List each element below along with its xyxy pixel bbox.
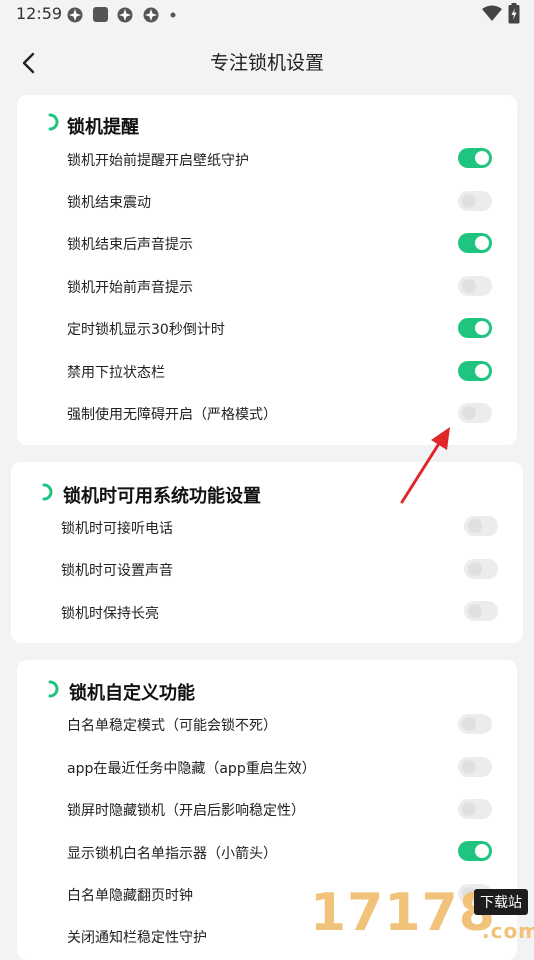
app-notification-icon bbox=[143, 7, 159, 23]
section-indicator-icon bbox=[48, 113, 59, 131]
setting-label: 锁机结束后声音提示 bbox=[67, 237, 193, 253]
setting-label: 显示锁机白名单指示器（小箭头） bbox=[67, 846, 277, 862]
toggle-hide-on-lockscreen[interactable] bbox=[458, 799, 492, 819]
section-indicator-icon bbox=[42, 483, 53, 501]
setting-label: 强制使用无障碍开启（严格模式） bbox=[67, 407, 277, 423]
more-notifications-dot-icon bbox=[170, 12, 176, 18]
setting-label: 禁用下拉状态栏 bbox=[67, 365, 165, 381]
setting-label: 锁机结束震动 bbox=[67, 195, 151, 211]
section-title-custom-functions: 锁机自定义功能 bbox=[69, 683, 195, 704]
toggle-keep-screen-on[interactable] bbox=[464, 601, 498, 621]
toggle-knob bbox=[475, 321, 489, 335]
toggle-hide-recents[interactable] bbox=[458, 757, 492, 777]
watermark-number: 17178 bbox=[310, 883, 496, 943]
red-annotation-arrow-icon bbox=[400, 427, 450, 504]
toggle-start-sound[interactable] bbox=[458, 276, 492, 296]
watermark-domain: .com bbox=[482, 919, 534, 943]
status-bar: 12:59 bbox=[0, 0, 534, 28]
toggle-knob bbox=[475, 236, 489, 250]
setting-label: 定时锁机显示30秒倒计时 bbox=[67, 322, 225, 338]
toggle-knob bbox=[475, 844, 489, 858]
toggle-knob bbox=[462, 194, 476, 208]
toggle-whitelist-indicator[interactable] bbox=[458, 841, 492, 861]
toggle-knob bbox=[468, 519, 482, 533]
toggle-countdown[interactable] bbox=[458, 318, 492, 338]
toggle-strict-mode[interactable] bbox=[458, 403, 492, 423]
section-title-system-functions: 锁机时可用系统功能设置 bbox=[63, 486, 261, 507]
toggle-disable-statusbar[interactable] bbox=[458, 361, 492, 381]
toggle-answer-calls[interactable] bbox=[464, 516, 498, 536]
setting-label: 锁机开始前提醒开启壁纸守护 bbox=[67, 153, 249, 169]
page-title: 专注锁机设置 bbox=[209, 52, 324, 74]
app-square-icon bbox=[93, 7, 108, 22]
setting-label: 关闭通知栏稳定性守护 bbox=[67, 930, 207, 946]
section-indicator-icon bbox=[48, 680, 59, 698]
toggle-end-vibration[interactable] bbox=[458, 191, 492, 211]
setting-label: 白名单隐藏翻页时钟 bbox=[67, 888, 193, 904]
battery-charging-icon bbox=[508, 3, 520, 24]
toggle-knob bbox=[475, 364, 489, 378]
toggle-knob bbox=[468, 562, 482, 576]
app-bar: 专注锁机设置 bbox=[0, 40, 534, 84]
site-watermark: 17178 下载站 .com bbox=[308, 883, 534, 950]
toggle-end-sound[interactable] bbox=[458, 233, 492, 253]
setting-label: 锁机时可接听电话 bbox=[61, 521, 173, 537]
lock-reminder-card: 锁机提醒 锁机开始前提醒开启壁纸守护 锁机结束震动 锁机结束后声音提示 锁机开始… bbox=[17, 95, 517, 445]
section-title-lock-reminder: 锁机提醒 bbox=[67, 117, 139, 138]
toggle-knob bbox=[468, 604, 482, 618]
setting-label: 锁机时保持长亮 bbox=[61, 606, 159, 622]
wifi-icon bbox=[482, 5, 502, 21]
toggle-knob bbox=[462, 406, 476, 420]
setting-label: 锁机时可设置声音 bbox=[61, 563, 173, 579]
app-notification-icon bbox=[117, 7, 133, 23]
setting-label: app在最近任务中隐藏（app重启生效） bbox=[67, 761, 316, 777]
status-time: 12:59 bbox=[16, 4, 63, 23]
toggle-set-volume[interactable] bbox=[464, 559, 498, 579]
toggle-knob bbox=[462, 717, 476, 731]
toggle-knob bbox=[475, 151, 489, 165]
toggle-knob bbox=[462, 760, 476, 774]
toggle-wallpaper-guard[interactable] bbox=[458, 148, 492, 168]
watermark-tag: 下载站 bbox=[474, 889, 528, 915]
toggle-whitelist-stable[interactable] bbox=[458, 714, 492, 734]
setting-label: 锁机开始前声音提示 bbox=[67, 280, 193, 296]
toggle-knob bbox=[462, 802, 476, 816]
app-notification-icon bbox=[67, 7, 83, 23]
setting-label: 白名单稳定模式（可能会锁不死） bbox=[67, 718, 277, 734]
toggle-knob bbox=[462, 279, 476, 293]
setting-label: 锁屏时隐藏锁机（开启后影响稳定性） bbox=[67, 803, 305, 819]
